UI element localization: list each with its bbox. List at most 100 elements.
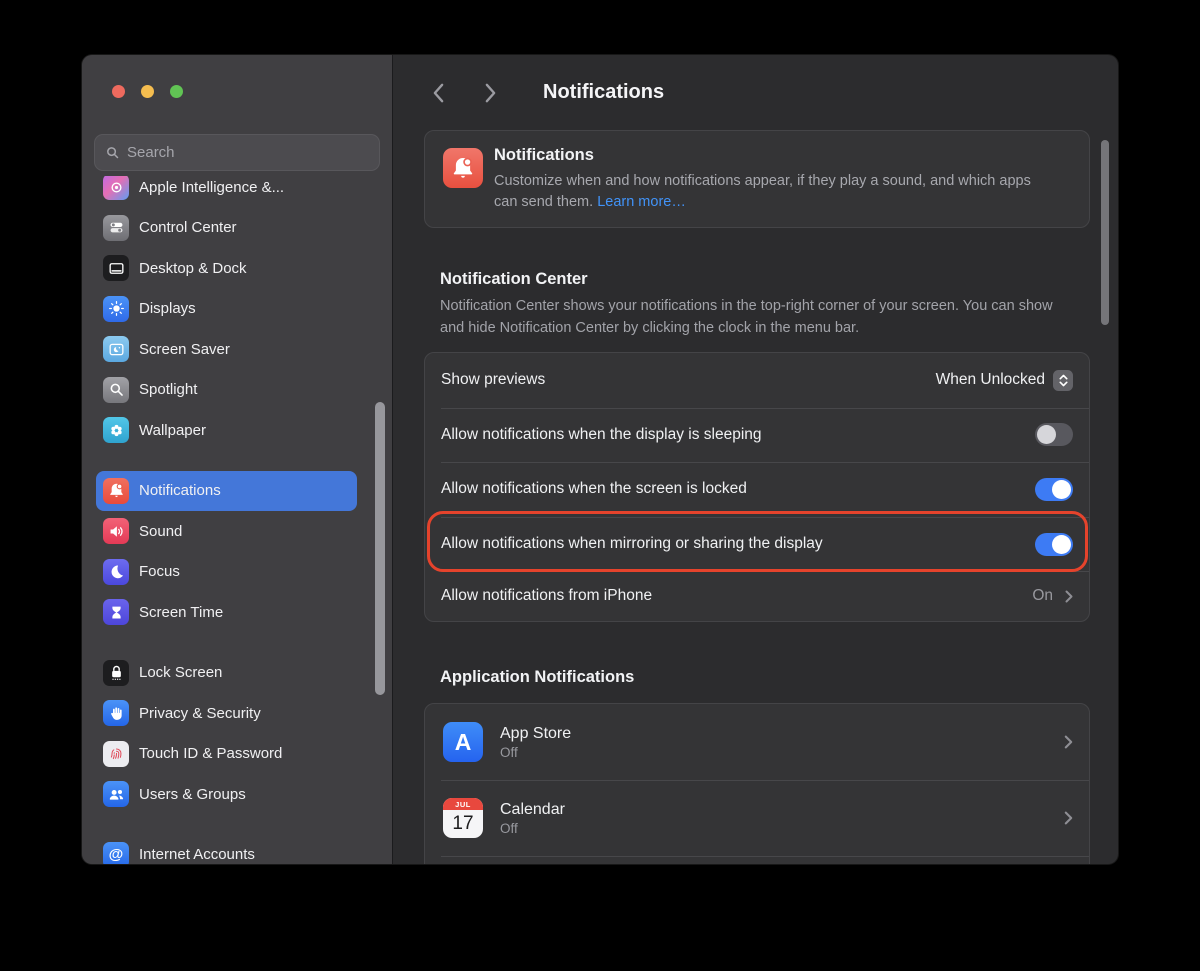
sidebar-item-users-groups[interactable]: Users & Groups (96, 774, 357, 815)
control-center-icon (103, 215, 129, 241)
learn-more-link[interactable]: Learn more… (597, 194, 686, 210)
sidebar-item-label: Lock Screen (139, 664, 222, 681)
sidebar-item-label: Screen Time (139, 604, 223, 621)
forward-button[interactable] (479, 82, 501, 104)
sidebar-item-displays[interactable]: Displays (96, 289, 357, 330)
sidebar-item-screen-saver[interactable]: Screen Saver (96, 329, 357, 370)
calendar-day: 17 (443, 810, 483, 838)
info-card-title: Notifications (494, 146, 594, 165)
sidebar-item-privacy-security[interactable]: Privacy & Security (96, 693, 357, 734)
sidebar-item-lock-screen[interactable]: Lock Screen (96, 653, 357, 694)
app-row-app-store[interactable]: A App Store Off (425, 704, 1089, 780)
row-label: Allow notifications when the display is … (441, 426, 1035, 444)
notification-center-description: Notification Center shows your notificat… (440, 296, 1070, 339)
sidebar-nav: Apple Intelligence &... Control Center D… (90, 176, 385, 864)
row-show-previews: Show previews When Unlocked (425, 353, 1089, 408)
row-label: Allow notifications from iPhone (441, 587, 1032, 605)
internet-accounts-icon: @ (103, 842, 129, 864)
touch-id-icon (103, 741, 129, 767)
app-name: App Store (500, 725, 1060, 743)
row-mirroring-sharing: Allow notifications when mirroring or sh… (425, 517, 1089, 572)
notifications-info-card: Notifications Customize when and how not… (424, 130, 1090, 228)
system-settings-window: Apple Intelligence &... Control Center D… (82, 55, 1118, 864)
notifications-bell-icon (443, 148, 483, 188)
sidebar-item-screen-time[interactable]: Screen Time (96, 592, 357, 633)
row-iphone-notifications[interactable]: Allow notifications from iPhone On (425, 571, 1089, 621)
sidebar-item-touch-id[interactable]: Touch ID & Password (96, 734, 357, 775)
row-screen-locked: Allow notifications when the screen is l… (425, 462, 1089, 517)
sidebar-item-focus[interactable]: Focus (96, 552, 357, 593)
search-icon (105, 145, 120, 160)
lock-screen-icon (103, 660, 129, 686)
sidebar-item-label: Focus (139, 563, 180, 580)
sidebar: Apple Intelligence &... Control Center D… (82, 55, 393, 864)
show-previews-select[interactable] (1053, 370, 1073, 391)
sidebar-item-label: Control Center (139, 219, 237, 236)
sidebar-item-sound[interactable]: Sound (96, 511, 357, 552)
row-display-sleeping: Allow notifications when the display is … (425, 408, 1089, 463)
screen-saver-icon (103, 336, 129, 362)
main-pane: Notifications Notifications Customize wh… (394, 55, 1118, 864)
chevron-right-icon (1064, 811, 1073, 825)
page-title: Notifications (543, 81, 664, 104)
sidebar-item-label: Apple Intelligence &... (139, 179, 284, 196)
sidebar-item-control-center[interactable]: Control Center (96, 208, 357, 249)
app-name: Calendar (500, 801, 1060, 819)
apple-intelligence-icon (103, 176, 129, 200)
sidebar-item-label: Displays (139, 300, 196, 317)
sidebar-item-label: Notifications (139, 482, 221, 499)
window-controls (112, 85, 183, 98)
display-sleeping-toggle[interactable] (1035, 423, 1073, 446)
desktop-dock-icon (103, 255, 129, 281)
close-button[interactable] (112, 85, 125, 98)
sidebar-item-notifications[interactable]: Notifications (96, 471, 357, 512)
application-notifications-card: A App Store Off JUL 17 Calendar Off (424, 703, 1090, 864)
wallpaper-icon (103, 417, 129, 443)
displays-icon (103, 296, 129, 322)
minimize-button[interactable] (141, 85, 154, 98)
sidebar-item-spotlight[interactable]: Spotlight (96, 370, 357, 411)
app-store-icon: A (443, 722, 483, 762)
info-card-description: Customize when and how notifications app… (494, 171, 1054, 213)
search-input[interactable] (127, 144, 369, 161)
chevron-right-icon (1065, 590, 1073, 603)
notification-center-heading: Notification Center (440, 270, 588, 289)
focus-icon (103, 559, 129, 585)
sidebar-item-internet-accounts[interactable]: @ Internet Accounts (96, 835, 357, 865)
main-header: Notifications (427, 81, 664, 104)
main-scrollbar[interactable] (1101, 140, 1109, 325)
sidebar-item-wallpaper[interactable]: Wallpaper (96, 410, 357, 451)
spotlight-icon (103, 377, 129, 403)
sidebar-item-label: Users & Groups (139, 786, 246, 803)
sidebar-item-label: Sound (139, 523, 182, 540)
app-status: Off (500, 821, 1060, 836)
sidebar-item-label: Wallpaper (139, 422, 206, 439)
screen-time-icon (103, 599, 129, 625)
sidebar-item-label: Screen Saver (139, 341, 230, 358)
sidebar-item-label: Privacy & Security (139, 705, 261, 722)
sidebar-item-desktop-dock[interactable]: Desktop & Dock (96, 248, 357, 289)
info-card-description-text: Customize when and how notifications app… (494, 173, 1031, 210)
notification-center-settings-card: Show previews When Unlocked Allow notifi… (424, 352, 1090, 622)
zoom-button[interactable] (170, 85, 183, 98)
search-field[interactable] (94, 134, 380, 171)
calendar-icon: JUL 17 (443, 798, 483, 838)
sidebar-item-label: Spotlight (139, 381, 197, 398)
users-groups-icon (103, 781, 129, 807)
app-status: Off (500, 745, 1060, 760)
row-label: Allow notifications when the screen is l… (441, 480, 1035, 498)
sidebar-item-label: Desktop & Dock (139, 260, 247, 277)
screen-locked-toggle[interactable] (1035, 478, 1073, 501)
mirroring-sharing-toggle[interactable] (1035, 533, 1073, 556)
application-notifications-heading: Application Notifications (440, 668, 634, 687)
app-row-calendar[interactable]: JUL 17 Calendar Off (425, 780, 1089, 856)
sidebar-item-apple-intelligence[interactable]: Apple Intelligence &... (96, 176, 357, 208)
sidebar-item-label: Internet Accounts (139, 846, 255, 863)
sidebar-item-label: Touch ID & Password (139, 745, 282, 762)
row-label: Allow notifications when mirroring or sh… (441, 535, 1035, 553)
show-previews-value: When Unlocked (936, 371, 1045, 389)
back-button[interactable] (427, 82, 449, 104)
sound-icon (103, 518, 129, 544)
sidebar-scrollbar[interactable] (375, 402, 385, 695)
chevron-right-icon (1064, 735, 1073, 749)
